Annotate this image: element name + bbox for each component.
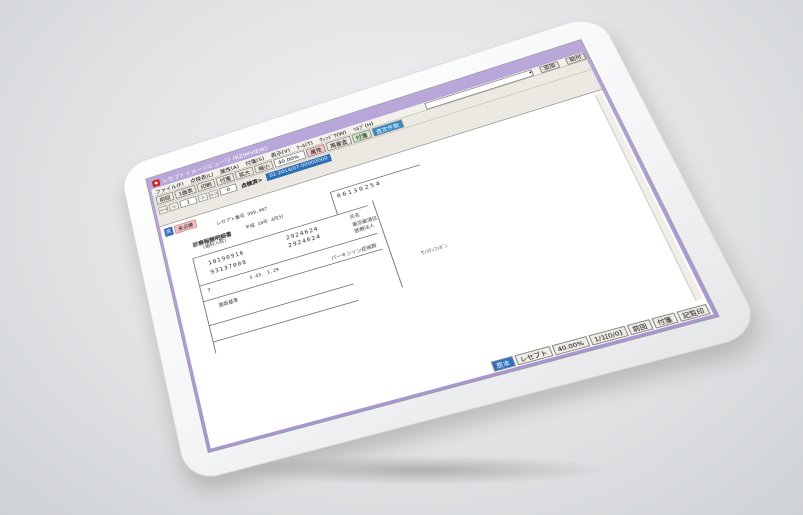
code-5: 3 — [207, 287, 212, 294]
tablet-device: ◆ レセプトイメージビューワ (RZIMVIEW) ファイル(F) 点検表(L)… — [119, 12, 764, 484]
status-rec-button[interactable]: 記覧印 — [675, 303, 711, 322]
last-page-button[interactable]: >> — [208, 188, 220, 199]
receipt-status[interactable]: レセプト — [513, 345, 554, 366]
vertical-scrollbar[interactable] — [594, 93, 704, 301]
return-mark: 戻 — [163, 226, 174, 238]
zoom-status: 40.00% — [551, 335, 590, 356]
tablet-screen: ◆ レセプトイメージビューワ (RZIMVIEW) ファイル(F) 点検表(L)… — [145, 39, 720, 454]
client-area: ファイル(F) 点検表(L) 属性(A) 付箋(S) 表示(V) ﾂｰﾙ(T) … — [151, 52, 714, 449]
device-shadow — [230, 455, 610, 485]
page-status: 1/1[0/0] — [587, 325, 629, 346]
rule — [329, 164, 420, 193]
rule — [212, 299, 359, 343]
original-status[interactable]: 原本 — [490, 355, 516, 372]
flag-label: 施設基準 — [218, 298, 239, 309]
status-tag-button[interactable]: 付箋 — [650, 312, 679, 329]
side-text: ｻﾝﾏﾃｨﾌﾝﾎﾞﾝ — [420, 243, 449, 257]
prev-page-button[interactable]: < — [168, 201, 180, 212]
document-viewer: 戻 未点検 レセプト番号 999,907 診療報酬明細書 平成 18年 4月分 … — [159, 89, 714, 449]
next-page-button[interactable]: > — [197, 192, 209, 203]
first-page-button[interactable]: << — [157, 204, 169, 215]
rule — [372, 200, 403, 288]
status-prev-button[interactable]: 前回 — [625, 318, 654, 335]
app-window: ◆ レセプトイメージビューワ (RZIMVIEW) ファイル(F) 点検表(L)… — [146, 40, 719, 452]
stage: ◆ レセプトイメージビューワ (RZIMVIEW) ファイル(F) 点検表(L)… — [119, 12, 764, 484]
